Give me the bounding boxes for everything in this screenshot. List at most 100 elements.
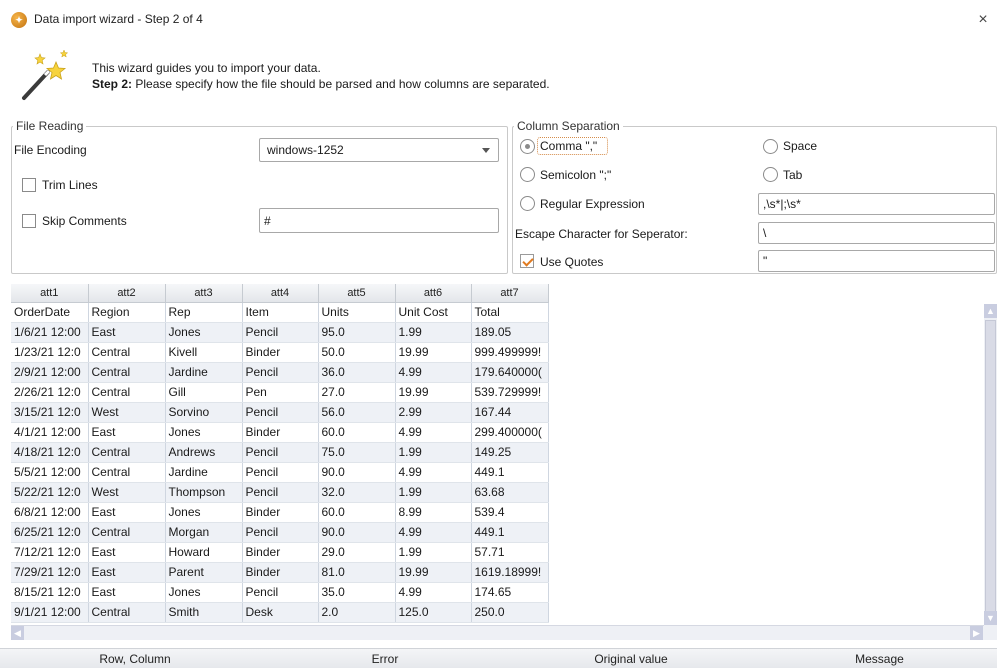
file-reading-title: File Reading: [13, 119, 87, 133]
tab-radio[interactable]: [763, 167, 778, 182]
table-cell: 36.0: [318, 362, 396, 383]
column-header[interactable]: att2: [88, 284, 166, 303]
table-cell: 1/23/21 12:0: [11, 342, 89, 363]
table-cell: 5/5/21 12:00: [11, 462, 89, 483]
table-row[interactable]: OrderDate Region Rep Item Units Unit Cost Tota…: [11, 302, 549, 323]
table-row[interactable]: 8/15/21 12:0 East Jones Pencil 35.0 4.99 174.6…: [11, 582, 549, 603]
vertical-scroll-thumb[interactable]: [985, 320, 996, 620]
scroll-right-icon[interactable]: ▶: [970, 626, 983, 640]
table-row[interactable]: 1/6/21 12:00 East Jones Pencil 95.0 1.99 189.0…: [11, 322, 549, 343]
table-cell: 90.0: [318, 462, 396, 483]
quote-char-input[interactable]: ": [758, 250, 995, 272]
magic-wand-icon: [22, 49, 69, 100]
space-radio[interactable]: [763, 139, 778, 154]
table-cell: Pencil: [242, 462, 319, 483]
table-row[interactable]: 7/12/21 12:0 East Howard Binder 29.0 1.99 57.7…: [11, 542, 549, 563]
comma-radio[interactable]: [520, 139, 535, 154]
table-row[interactable]: 6/25/21 12:0 Central Morgan Pencil 90.0 4.99 4…: [11, 522, 549, 543]
table-cell: 1.99: [395, 322, 472, 343]
regex-radio[interactable]: [520, 196, 535, 211]
step-label: Step 2:: [92, 77, 133, 91]
table-cell: 4.99: [395, 582, 472, 603]
file-encoding-value: windows-1252: [267, 143, 344, 157]
column-header[interactable]: att6: [395, 284, 472, 303]
table-cell: 19.99: [395, 382, 472, 403]
close-button[interactable]: ×: [972, 9, 994, 31]
error-column-message[interactable]: Message: [762, 652, 997, 666]
table-cell: Item: [242, 302, 319, 323]
table-row[interactable]: 2/26/21 12:0 Central Gill Pen 27.0 19.99 539.7…: [11, 382, 549, 403]
scroll-up-icon[interactable]: ▲: [984, 304, 997, 318]
column-header[interactable]: att1: [11, 284, 89, 303]
table-cell: Region: [88, 302, 166, 323]
table-cell: 1619.18999!: [471, 562, 549, 583]
scroll-down-icon[interactable]: ▼: [984, 611, 997, 625]
table-cell: 999.499999!: [471, 342, 549, 363]
escape-char-input[interactable]: \: [758, 222, 995, 244]
comma-label: Comma ",": [540, 139, 598, 153]
trim-lines-checkbox[interactable]: [22, 178, 36, 192]
table-row[interactable]: 4/18/21 12:0 Central Andrews Pencil 75.0 1.99…: [11, 442, 549, 463]
table-cell: Pencil: [242, 362, 319, 383]
error-column-row-column[interactable]: Row, Column: [0, 652, 270, 666]
error-column-original-value[interactable]: Original value: [500, 652, 762, 666]
table-cell: 1.99: [395, 482, 472, 503]
table-cell: 2/9/21 12:00: [11, 362, 89, 383]
table-cell: Binder: [242, 542, 319, 563]
table-row[interactable]: 5/5/21 12:00 Central Jardine Pencil 90.0 4.99…: [11, 462, 549, 483]
table-cell: 167.44: [471, 402, 549, 423]
table-cell: Jones: [165, 502, 243, 523]
table-cell: 50.0: [318, 342, 396, 363]
table-cell: 189.05: [471, 322, 549, 343]
table-cell: OrderDate: [11, 302, 89, 323]
table-cell: Binder: [242, 562, 319, 583]
table-cell: 6/8/21 12:00: [11, 502, 89, 523]
table-cell: 8.99: [395, 502, 472, 523]
column-header[interactable]: att3: [165, 284, 243, 303]
table-cell: Pencil: [242, 482, 319, 503]
semicolon-radio[interactable]: [520, 167, 535, 182]
file-encoding-select[interactable]: windows-1252: [259, 138, 499, 162]
table-cell: Unit Cost: [395, 302, 472, 323]
table-row[interactable]: 3/15/21 12:0 West Sorvino Pencil 56.0 2.99 167…: [11, 402, 549, 423]
table-cell: 174.65: [471, 582, 549, 603]
column-header[interactable]: att7: [471, 284, 549, 303]
table-cell: Jones: [165, 322, 243, 343]
table-cell: Units: [318, 302, 396, 323]
use-quotes-checkbox[interactable]: [520, 254, 534, 268]
regex-label: Regular Expression: [540, 197, 645, 211]
skip-comments-label: Skip Comments: [42, 214, 127, 228]
horizontal-scrollbar[interactable]: [11, 625, 984, 640]
table-row[interactable]: 2/9/21 12:00 Central Jardine Pencil 36.0 4.99…: [11, 362, 549, 383]
table-cell: 149.25: [471, 442, 549, 463]
table-row[interactable]: 9/1/21 12:00 Central Smith Desk 2.0 125.0 250.…: [11, 602, 549, 623]
table-row[interactable]: 6/8/21 12:00 East Jones Binder 60.0 8.99 539.4: [11, 502, 549, 523]
error-column-error[interactable]: Error: [270, 652, 500, 666]
table-cell: 539.729999!: [471, 382, 549, 403]
table-row[interactable]: 1/23/21 12:0 Central Kivell Binder 50.0 19.99…: [11, 342, 549, 363]
table-cell: 57.71: [471, 542, 549, 563]
table-cell: 95.0: [318, 322, 396, 343]
table-cell: Howard: [165, 542, 243, 563]
table-cell: Pencil: [242, 322, 319, 343]
regex-input[interactable]: ,\s*|;\s*: [758, 193, 995, 215]
table-row[interactable]: 7/29/21 12:0 East Parent Binder 81.0 19.99 161…: [11, 562, 549, 583]
table-cell: Sorvino: [165, 402, 243, 423]
table-cell: 179.640000(: [471, 362, 549, 383]
skip-comments-checkbox[interactable]: [22, 214, 36, 228]
comment-char-input[interactable]: #: [259, 208, 499, 233]
column-header[interactable]: att5: [318, 284, 396, 303]
table-cell: 56.0: [318, 402, 396, 423]
wizard-step-text: Step 2: Please specify how the file shou…: [92, 77, 550, 91]
table-cell: West: [88, 402, 166, 423]
table-cell: 449.1: [471, 522, 549, 543]
scroll-left-icon[interactable]: ◀: [11, 626, 24, 640]
table-row[interactable]: 4/1/21 12:00 East Jones Binder 60.0 4.99 299.4…: [11, 422, 549, 443]
table-cell: Jardine: [165, 362, 243, 383]
column-header[interactable]: att4: [242, 284, 319, 303]
table-cell: Central: [88, 462, 166, 483]
table-cell: Smith: [165, 602, 243, 623]
table-cell: Binder: [242, 422, 319, 443]
table-cell: 75.0: [318, 442, 396, 463]
table-row[interactable]: 5/22/21 12:0 West Thompson Pencil 32.0 1.99 63…: [11, 482, 549, 503]
